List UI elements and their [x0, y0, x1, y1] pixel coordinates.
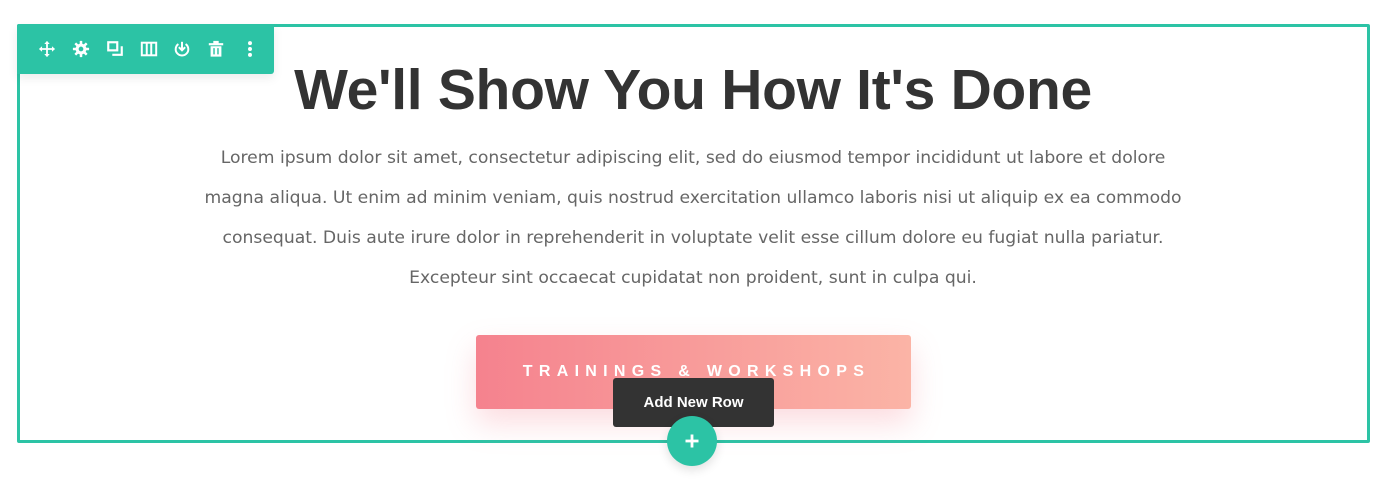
- section-heading: We'll Show You How It's Done: [294, 58, 1092, 122]
- plus-icon: [685, 434, 699, 448]
- add-new-row-button[interactable]: [667, 416, 717, 466]
- section-body-text: Lorem ipsum dolor sit amet, consectetur …: [204, 148, 1182, 288]
